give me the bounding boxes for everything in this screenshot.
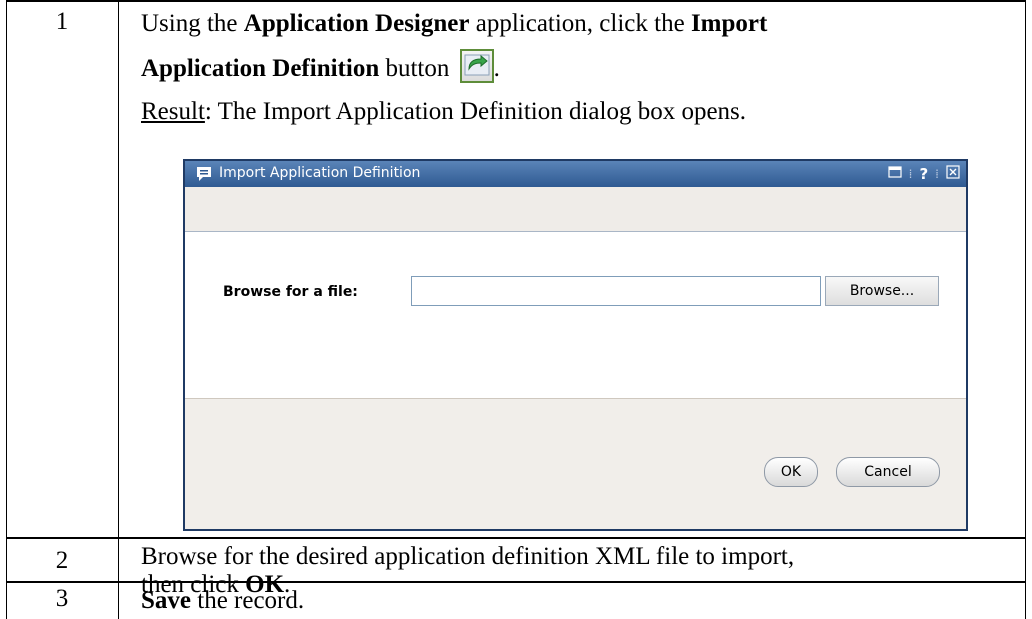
import-arrow-icon [459, 49, 494, 83]
browse-button[interactable]: Browse... [825, 276, 939, 306]
ok-button[interactable]: OK [764, 457, 818, 487]
help-icon[interactable]: ? [919, 165, 928, 183]
button-name: Application Definition [141, 55, 380, 82]
table-border-divider [118, 0, 119, 619]
close-icon[interactable] [946, 165, 960, 183]
table-border-top [6, 0, 1026, 2]
table-border-right [1025, 0, 1026, 619]
step-1-line-2: Application Definition button . [141, 49, 500, 85]
dialog-header-band [185, 187, 966, 232]
cancel-button[interactable]: Cancel [836, 457, 940, 487]
step-number: 2 [55, 547, 69, 574]
row-divider-1 [6, 537, 1026, 539]
import-keyword: Import [690, 10, 768, 37]
browse-field-label: Browse for a file: [223, 284, 358, 300]
step-text: . [493, 55, 500, 82]
step-text: Using the [141, 10, 244, 37]
dialog-titlebar: Import Application Definition ⁞ ? ⁞ [185, 161, 966, 187]
maximize-icon[interactable] [888, 166, 902, 182]
step-1-result: Result: The Import Application Definitio… [141, 96, 746, 128]
step-number: 3 [55, 585, 69, 612]
import-dialog: Import Application Definition ⁞ ? ⁞ Brow… [183, 159, 968, 531]
result-text: : The Import Application Definition dial… [204, 98, 747, 125]
step-text: the record. [191, 587, 305, 614]
speech-bubble-icon [195, 165, 213, 187]
table-border-left [6, 0, 7, 619]
step-number: 1 [55, 8, 69, 35]
dialog-title: Import Application Definition [219, 165, 421, 181]
step-1-line-1: Using the Application Designer applicati… [141, 8, 767, 40]
step-3-line: Save the record. [141, 585, 304, 617]
dialog-body: Browse for a file: Browse... [185, 232, 966, 398]
step-text: application, click the [469, 10, 691, 37]
result-label: Result [141, 98, 205, 125]
app-designer-name: Application Designer [243, 10, 470, 37]
control-separator: ⁞ [935, 167, 939, 181]
dialog-controls: ⁞ ? ⁞ [888, 165, 960, 183]
dialog-footer: OK Cancel [185, 398, 966, 529]
file-path-input[interactable] [411, 276, 821, 306]
control-separator: ⁞ [908, 167, 913, 181]
save-keyword: Save [141, 587, 191, 614]
step-text: button [379, 55, 456, 82]
